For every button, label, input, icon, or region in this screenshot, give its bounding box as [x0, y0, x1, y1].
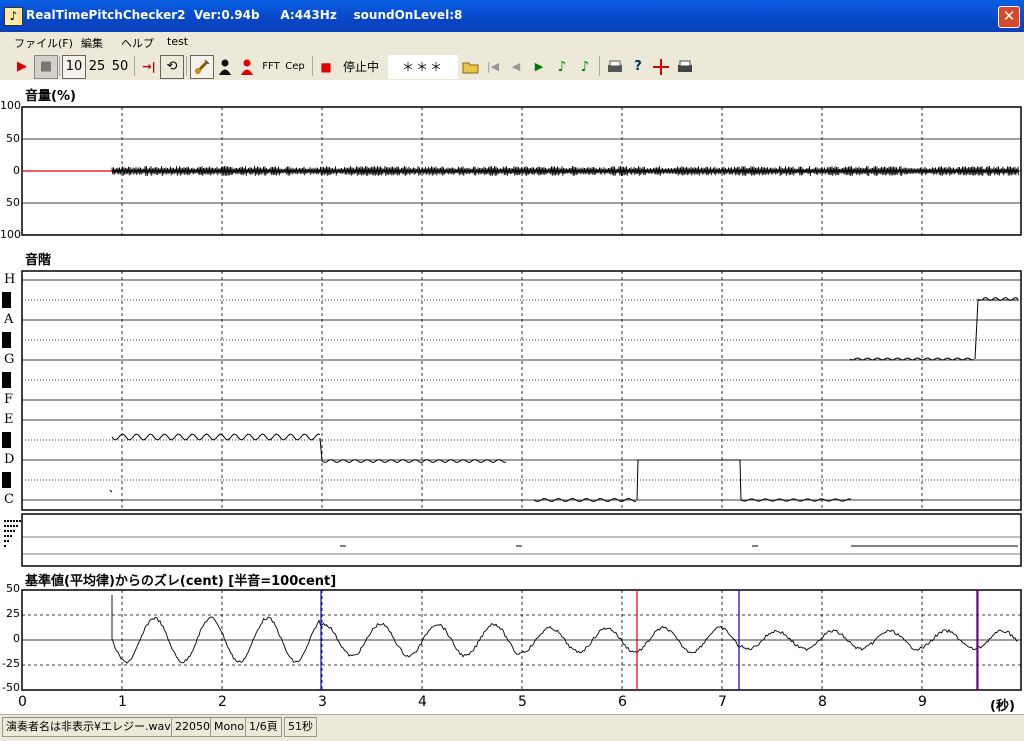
dots-legend-mark: [7, 520, 9, 522]
plots-svg: [2, 106, 1022, 691]
note-display: ＊＊＊: [388, 55, 458, 79]
time-axis-tick-label: 7: [718, 694, 727, 710]
note-green-button[interactable]: ♪: [551, 55, 573, 79]
dots-legend-mark: [4, 535, 6, 537]
time-axis-tick-label: 5: [518, 694, 527, 710]
menu-edit[interactable]: 編集: [81, 35, 103, 51]
stop-button[interactable]: ■: [34, 55, 58, 79]
status-bar: 演奏者名は非表示¥エレジー.wav 22050 Mono 1/6頁 51秒: [0, 714, 1024, 741]
skip-first-icon: |◀: [486, 60, 500, 73]
dots-legend-mark: [16, 525, 18, 527]
status-rate: 22050: [171, 717, 214, 737]
skip-first-button[interactable]: |◀: [482, 55, 504, 79]
open-folder-icon: [462, 62, 479, 74]
dots-legend-mark: [10, 520, 12, 522]
violin-icon: [194, 59, 210, 75]
status-file: 演奏者名は非表示¥エレジー.wav: [2, 717, 175, 737]
speed-50-button[interactable]: 50: [108, 55, 132, 79]
window-title: RealTimePitchChecker2 Ver:0.94b A:443Hz …: [26, 8, 463, 22]
step-forward-button[interactable]: ▶: [528, 55, 550, 79]
dots-legend-mark: [4, 525, 6, 527]
time-axis-tick-label: 4: [418, 694, 427, 710]
dots-legend-mark: [4, 520, 6, 522]
time-axis-tick-label: 2: [218, 694, 227, 710]
dots-panel-frame: [21, 513, 1022, 567]
note-green-outline-icon: ♪: [580, 59, 590, 75]
menu-help[interactable]: ヘルプ: [121, 35, 154, 51]
dots-legend-mark: [10, 525, 12, 527]
time-axis-unit: (秒): [990, 699, 1015, 714]
play-button[interactable]: ▶: [10, 55, 34, 79]
print-icon: [608, 60, 622, 72]
dots-legend-mark: [7, 530, 9, 532]
close-button[interactable]: ✕: [998, 6, 1020, 28]
time-axis-tick-label: 6: [618, 694, 627, 710]
plot-area: 音量(%) 100 50 0 50 100 音階 H A G F E D C 基…: [0, 80, 1024, 714]
time-axis-tick-label: 8: [818, 694, 827, 710]
status-channels: Mono: [210, 717, 248, 737]
scale-panel-frame: [21, 270, 1022, 511]
title-bar: ♪ RealTimePitchChecker2 Ver:0.94b A:443H…: [0, 0, 1024, 32]
dots-legend-mark: [13, 520, 15, 522]
help-icon: ?: [634, 59, 642, 74]
dots-legend-mark: [16, 520, 18, 522]
note-green-outline-button[interactable]: ♪: [574, 55, 596, 79]
dots-legend-mark: [10, 535, 12, 537]
dots-legend-mark: [13, 530, 15, 532]
dots-legend-mark: [7, 540, 9, 542]
dots-legend-mark: [4, 540, 6, 542]
print-button[interactable]: [603, 55, 627, 79]
printer-icon: [678, 60, 692, 72]
time-axis-tick-label: 1: [118, 694, 127, 710]
status-indicator-icon: ■: [320, 60, 332, 74]
time-axis-tick-label: 3: [318, 694, 327, 710]
dots-legend-mark: [7, 525, 9, 527]
person-red-icon: [241, 59, 253, 75]
speed-10-button[interactable]: 10: [62, 55, 86, 79]
menu-test[interactable]: test: [167, 35, 188, 48]
dots-legend-mark: [10, 530, 12, 532]
dots-legend-mark: [13, 525, 15, 527]
status-duration: 51秒: [284, 717, 317, 737]
help-button[interactable]: ?: [627, 55, 649, 79]
marker-button[interactable]: [650, 55, 672, 79]
step-back-icon: ◀: [511, 60, 521, 73]
person-red-button[interactable]: [236, 55, 258, 79]
dots-legend-mark: [19, 520, 21, 522]
time-axis-tick-label: 0: [18, 694, 27, 710]
status-page: 1/6頁: [245, 717, 282, 737]
step-back-button[interactable]: ◀: [505, 55, 527, 79]
fft-button[interactable]: FFT: [259, 55, 283, 79]
person-black-button[interactable]: [214, 55, 236, 79]
app-icon[interactable]: ♪: [4, 7, 23, 26]
dots-legend-mark: [4, 545, 6, 547]
status-label: 停止中: [342, 60, 379, 74]
toolbar: ▶ ■ 10 25 50 →| ⟲ FFT Cep ■ 停止中 ＊＊＊ |◀ ◀…: [0, 52, 1024, 81]
jump-end-button[interactable]: →|: [137, 55, 161, 79]
dots-legend-mark: [7, 535, 9, 537]
dots-legend-mark: [4, 530, 6, 532]
note-green-icon: ♪: [557, 59, 567, 75]
printer-button[interactable]: [673, 55, 697, 79]
menu-bar: ファイル(F) 編集 ヘルプ test: [0, 32, 1024, 52]
speed-25-button[interactable]: 25: [85, 55, 109, 79]
menu-file[interactable]: ファイル(F): [14, 35, 73, 51]
person-black-icon: [219, 59, 231, 75]
cep-button[interactable]: Cep: [283, 55, 307, 79]
marker-icon: [653, 59, 669, 75]
step-forward-icon: ▶: [534, 60, 544, 73]
loop-button[interactable]: ⟲: [160, 55, 184, 79]
time-axis-tick-label: 9: [918, 694, 927, 710]
open-folder-button[interactable]: [459, 55, 483, 79]
violin-button[interactable]: [190, 55, 214, 79]
